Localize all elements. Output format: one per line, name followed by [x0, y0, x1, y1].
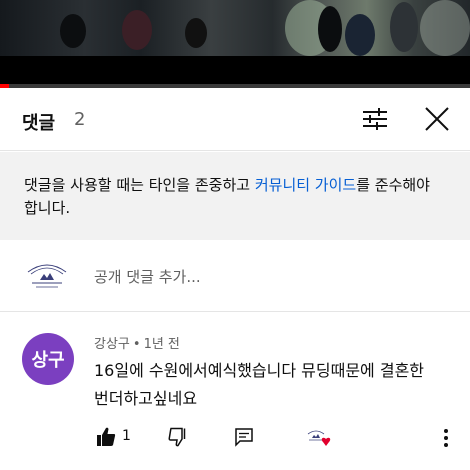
comment-meta: 강상구 • 1년 전: [94, 333, 180, 352]
meta-separator: •: [132, 337, 141, 352]
avatar[interactable]: 상구: [22, 333, 74, 385]
creator-heart-icon: [307, 430, 331, 446]
more-vertical-icon[interactable]: [440, 427, 452, 449]
comments-title: 댓글: [22, 113, 56, 134]
comment-time: 1년 전: [143, 337, 180, 352]
comments-count: 2: [74, 109, 86, 130]
add-comment-row[interactable]: 공개 댓글 추가...: [0, 240, 470, 312]
video-progress-bar[interactable]: [0, 84, 470, 88]
video-frame: [0, 0, 470, 56]
comments-header: 댓글 2: [0, 89, 470, 151]
community-notice: 댓글을 사용할 때는 타인을 존중하고 커뮤니티 가이드를 준수해야 합니다.: [0, 152, 470, 240]
sort-filter-icon[interactable]: [362, 107, 388, 131]
video-player[interactable]: [0, 0, 470, 88]
channel-logo-icon: [27, 264, 67, 288]
reply-icon[interactable]: [234, 427, 254, 447]
comment-actions: 1: [0, 425, 470, 451]
community-guidelines-link[interactable]: 커뮤니티 가이드: [255, 176, 356, 194]
comment-author[interactable]: 강상구: [94, 337, 130, 352]
thumbs-up-icon[interactable]: [96, 427, 116, 447]
video-progress-fill: [0, 84, 10, 88]
close-icon[interactable]: [424, 106, 450, 132]
comment-item: 상구 강상구 • 1년 전 16일에 수원에서예식했습니다 뮤딩때문에 결혼한번더하…: [0, 313, 470, 470]
comment-text: 16일에 수원에서예식했습니다 뮤딩때문에 결혼한번더하고싶네요: [94, 361, 425, 408]
notice-text-before: 댓글을 사용할 때는 타인을 존중하고: [24, 176, 255, 194]
thumbs-down-icon[interactable]: [168, 427, 188, 447]
add-comment-input[interactable]: 공개 댓글 추가...: [94, 266, 201, 287]
like-count: 1: [122, 428, 131, 444]
